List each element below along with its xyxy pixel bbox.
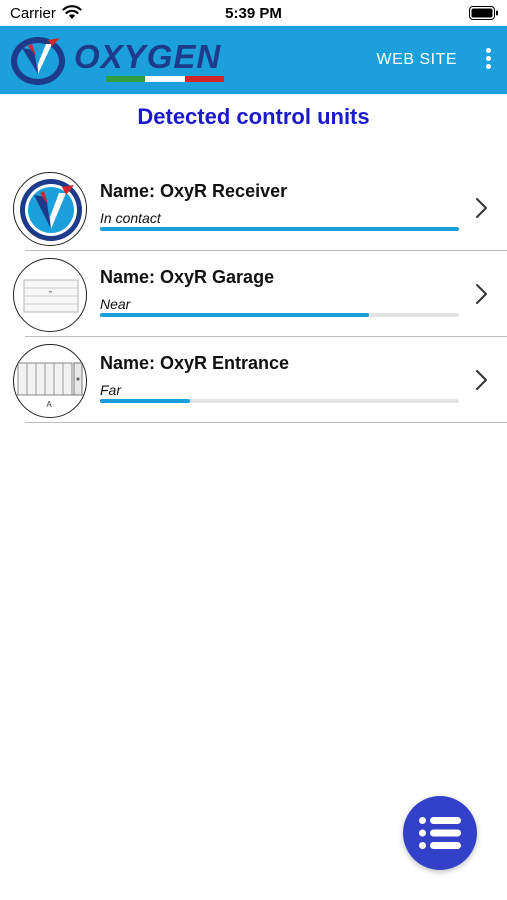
chevron-right-icon bbox=[476, 198, 487, 218]
signal-bar-fill bbox=[100, 399, 190, 403]
signal-bar-fill bbox=[100, 227, 459, 231]
battery-full-icon bbox=[469, 6, 498, 20]
clock: 5:39 PM bbox=[225, 5, 282, 22]
app-bar: OXYGEN WEB SITE bbox=[0, 26, 507, 94]
signal-bar bbox=[100, 227, 459, 231]
unit-name: Name: OxyR Garage bbox=[100, 267, 275, 287]
list-item[interactable]: Name: OxyR Garage Near bbox=[0, 251, 507, 337]
unit-name: Name: OxyR Receiver bbox=[100, 181, 288, 201]
unit-status: Near bbox=[100, 296, 131, 312]
more-vertical-icon[interactable] bbox=[481, 48, 495, 74]
list-icon bbox=[419, 817, 461, 849]
list-fab-button[interactable] bbox=[403, 796, 477, 870]
list-item[interactable]: A Name: OxyR Entrance Far bbox=[0, 337, 507, 423]
web-site-button[interactable]: WEB SITE bbox=[377, 51, 457, 69]
signal-bar bbox=[100, 313, 459, 317]
unit-name: Name: OxyR Entrance bbox=[100, 353, 290, 373]
status-bar: Carrier 5:39 PM bbox=[0, 0, 507, 26]
gate-icon: A bbox=[13, 344, 87, 418]
oxygen-logo-icon bbox=[13, 172, 87, 246]
signal-bar-fill bbox=[100, 313, 370, 317]
signal-bar bbox=[100, 399, 459, 403]
divider bbox=[25, 422, 507, 423]
page-title: Detected control units bbox=[137, 104, 370, 129]
oxygen-logo[interactable]: OXYGEN bbox=[8, 34, 226, 88]
list-item[interactable]: Name: OxyR Receiver In contact bbox=[0, 165, 507, 251]
italian-flag-stripe bbox=[106, 76, 224, 82]
unit-status: Far bbox=[100, 382, 121, 398]
logo-wordmark: OXYGEN bbox=[74, 38, 222, 75]
unit-status: In contact bbox=[100, 210, 161, 226]
svg-text:A: A bbox=[46, 400, 52, 409]
chevron-right-icon bbox=[476, 370, 487, 390]
garage-door-icon bbox=[13, 258, 87, 332]
oxygen-emblem-icon bbox=[11, 37, 65, 85]
chevron-right-icon bbox=[476, 284, 487, 304]
control-unit-list: Name: OxyR Receiver In contact Name: Oxy… bbox=[0, 165, 507, 423]
